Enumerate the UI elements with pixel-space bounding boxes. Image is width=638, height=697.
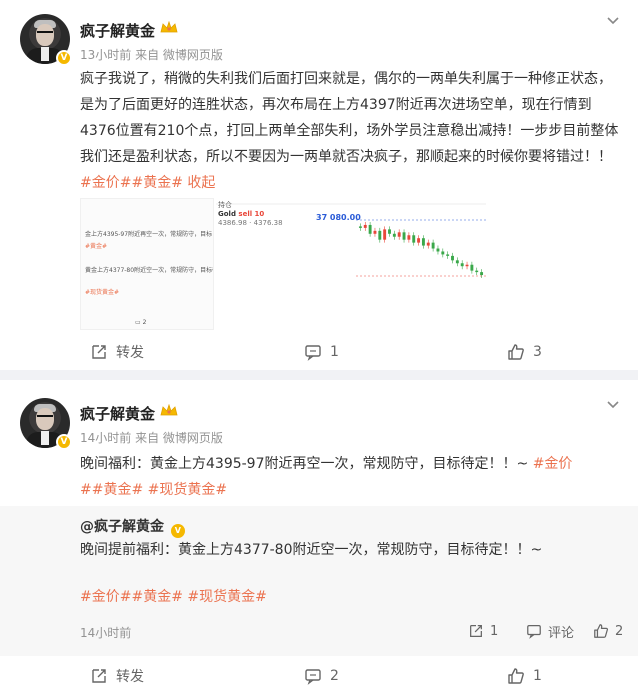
candle	[363, 224, 367, 228]
thumb-text: 金上方4395-97附近再空一次，常规防守，目标	[85, 231, 213, 238]
candle	[397, 232, 401, 237]
comment-count: 1	[330, 344, 339, 360]
post-card-1: V 疯子解黄金 13小时前 来自 微博网页版 疯子我说了，稍微的失利我们后面打回…	[0, 0, 638, 370]
comment-button[interactable]: 2	[304, 666, 339, 686]
candle	[383, 229, 387, 240]
comment-icon	[305, 345, 321, 361]
candle	[378, 230, 382, 240]
thumbs-up-icon	[594, 624, 609, 638]
image-thumbnail-2[interactable]: 持仓 Gold sell 10 4386.98 · 4376.38 37 080…	[216, 198, 486, 330]
candle	[417, 238, 421, 243]
like-count: 3	[533, 344, 542, 360]
candle	[431, 242, 435, 249]
comment-icon	[305, 669, 321, 685]
author-name[interactable]: 疯子解黄金	[80, 20, 155, 41]
thumb-tag: #黄金#	[85, 243, 108, 250]
crown-icon	[160, 21, 178, 33]
thumbs-up-icon	[508, 668, 524, 684]
post-body: 疯子我说了，稍微的失利我们后面打回来就是，偶尔的一两单失利属于一种修正状态，是为…	[80, 71, 619, 165]
candle	[392, 233, 396, 237]
thumb-comment-count: ▭ 2	[135, 319, 147, 326]
chevron-down-icon[interactable]	[606, 14, 620, 28]
action-bar: 转发 2 1	[0, 656, 638, 696]
candle	[407, 235, 411, 240]
collapse-link[interactable]: 收起	[187, 175, 215, 191]
repost-count: 1	[490, 623, 499, 639]
candle	[460, 263, 464, 267]
quoted-author[interactable]: @疯子解黄金 V	[80, 516, 185, 538]
crown-icon	[160, 404, 178, 416]
candle	[412, 235, 416, 243]
quoted-text: 晚间提前福利：黄金上方4377-80附近空一次，常规防守，目标待定！！~	[80, 542, 543, 558]
verified-badge-icon: V	[56, 50, 72, 66]
like-count: 2	[615, 623, 624, 639]
candle	[446, 254, 450, 256]
candlestick-chart	[216, 203, 486, 279]
chevron-down-icon[interactable]	[606, 398, 620, 412]
verified-badge-icon: V	[56, 434, 72, 450]
share-icon	[470, 625, 482, 637]
quoted-like-button[interactable]: 2	[593, 621, 623, 641]
candle	[480, 272, 484, 276]
hashtag-link[interactable]: #金价	[533, 456, 573, 472]
candle	[358, 226, 362, 228]
quoted-comment-button[interactable]: 评论	[526, 621, 574, 641]
quoted-time: 14小时前	[80, 626, 132, 640]
comment-count: 2	[330, 668, 339, 684]
candle	[373, 230, 377, 234]
repost-button[interactable]: 转发	[90, 342, 144, 362]
candle	[402, 232, 406, 240]
thumbs-up-icon	[508, 344, 524, 360]
candle	[388, 229, 391, 234]
post-text: 疯子我说了，稍微的失利我们后面打回来就是，偶尔的一两单失利属于一种修正状态，是为…	[80, 66, 620, 196]
share-icon	[92, 669, 106, 683]
comment-icon	[527, 625, 541, 639]
candle	[470, 264, 474, 271]
hashtag-link[interactable]: #金价##黄金#	[80, 175, 183, 191]
candle	[421, 238, 425, 246]
post-body: 晚间福利：黄金上方4395-97附近再空一次，常规防守，目标待定！！~	[80, 456, 533, 472]
like-button[interactable]: 1	[507, 666, 542, 686]
candle	[441, 251, 445, 255]
hashtag-link[interactable]: #金价##黄金# #现货黄金#	[80, 586, 267, 606]
share-icon	[92, 345, 106, 359]
image-attachments: 金上方4395-97附近再空一次，常规防守，目标 #黄金# 黄金上方4377-8…	[80, 198, 486, 330]
post-text: 晚间福利：黄金上方4395-97附近再空一次，常规防守，目标待定！！~ #金价 …	[80, 451, 620, 503]
verified-badge-icon: V	[170, 524, 185, 538]
post-meta: 14小时前 来自 微博网页版	[80, 431, 223, 445]
image-thumbnail-1[interactable]: 金上方4395-97附近再空一次，常规防守，目标 #黄金# 黄金上方4377-8…	[80, 198, 214, 330]
action-bar: 转发 1 3	[0, 332, 638, 372]
quoted-repost-button[interactable]: 1	[468, 621, 498, 641]
repost-label: 转发	[116, 669, 144, 685]
author-name[interactable]: 疯子解黄金	[80, 403, 155, 424]
candle	[436, 248, 440, 252]
comment-label: 评论	[548, 625, 575, 641]
like-button[interactable]: 3	[507, 342, 542, 362]
like-count: 1	[533, 668, 542, 684]
candle	[368, 224, 372, 234]
candle	[475, 270, 479, 273]
candle	[426, 242, 430, 246]
repost-label: 转发	[116, 345, 144, 361]
candle	[451, 255, 454, 261]
thumb-text: 黄金上方4377-80附近空一次，常规防守，目标待	[85, 267, 214, 274]
candle	[455, 260, 459, 264]
repost-button[interactable]: 转发	[90, 666, 144, 686]
candle	[465, 264, 469, 267]
post-meta: 13小时前 来自 微博网页版	[80, 48, 223, 62]
comment-button[interactable]: 1	[304, 342, 339, 362]
thumb-tag: #现货黄金#	[85, 289, 120, 296]
hashtag-link[interactable]: ##黄金# #现货黄金#	[80, 482, 227, 498]
